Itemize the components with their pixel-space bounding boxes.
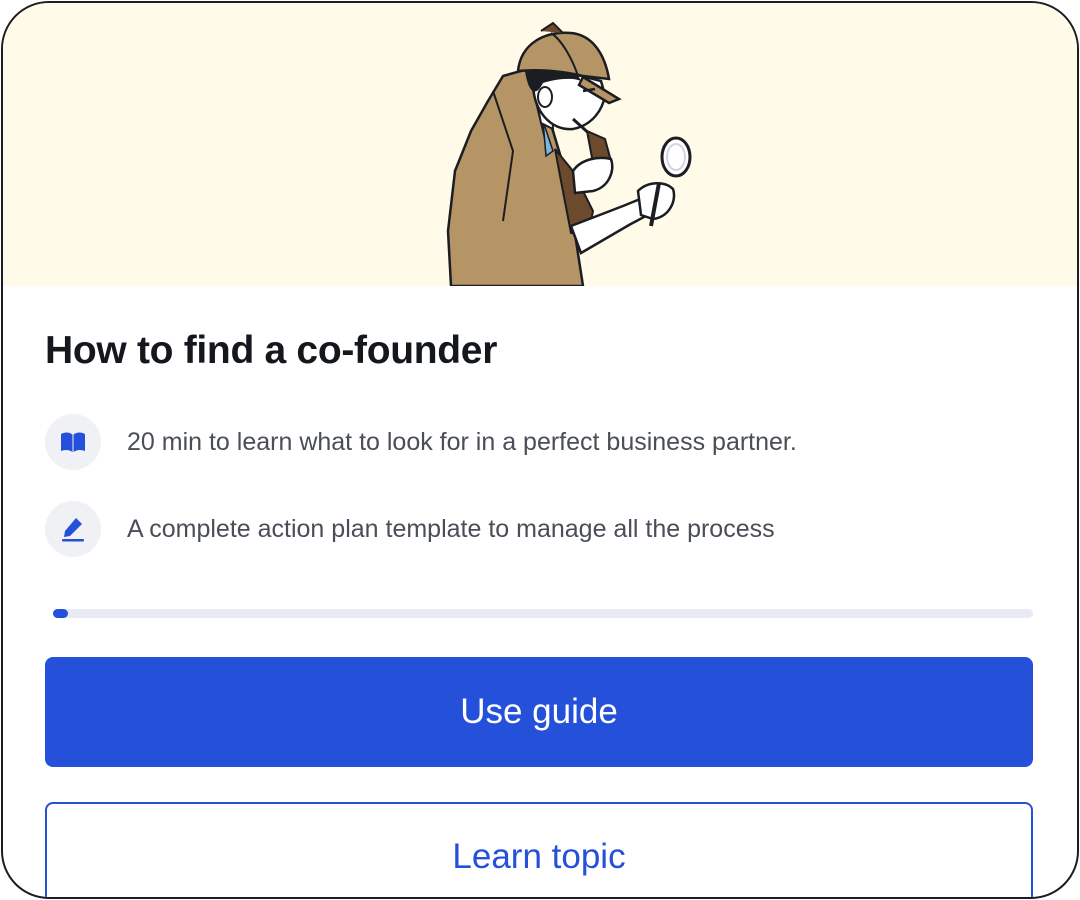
progress-fill bbox=[53, 609, 68, 618]
hero-banner bbox=[3, 3, 1077, 286]
book-icon bbox=[45, 414, 101, 470]
feature-text: 20 min to learn what to look for in a pe… bbox=[127, 427, 797, 456]
learn-topic-button[interactable]: Learn topic bbox=[45, 802, 1033, 897]
pencil-icon bbox=[45, 501, 101, 557]
feature-item-template: A complete action plan template to manag… bbox=[45, 501, 1035, 557]
use-guide-button[interactable]: Use guide bbox=[45, 657, 1033, 767]
progress-bar bbox=[53, 609, 1033, 618]
detective-illustration bbox=[446, 21, 692, 286]
feature-text: A complete action plan template to manag… bbox=[127, 514, 775, 543]
page-title: How to find a co-founder bbox=[45, 329, 498, 372]
feature-item-duration: 20 min to learn what to look for in a pe… bbox=[45, 414, 1035, 470]
guide-card: How to find a co-founder 20 min to learn… bbox=[1, 1, 1079, 899]
